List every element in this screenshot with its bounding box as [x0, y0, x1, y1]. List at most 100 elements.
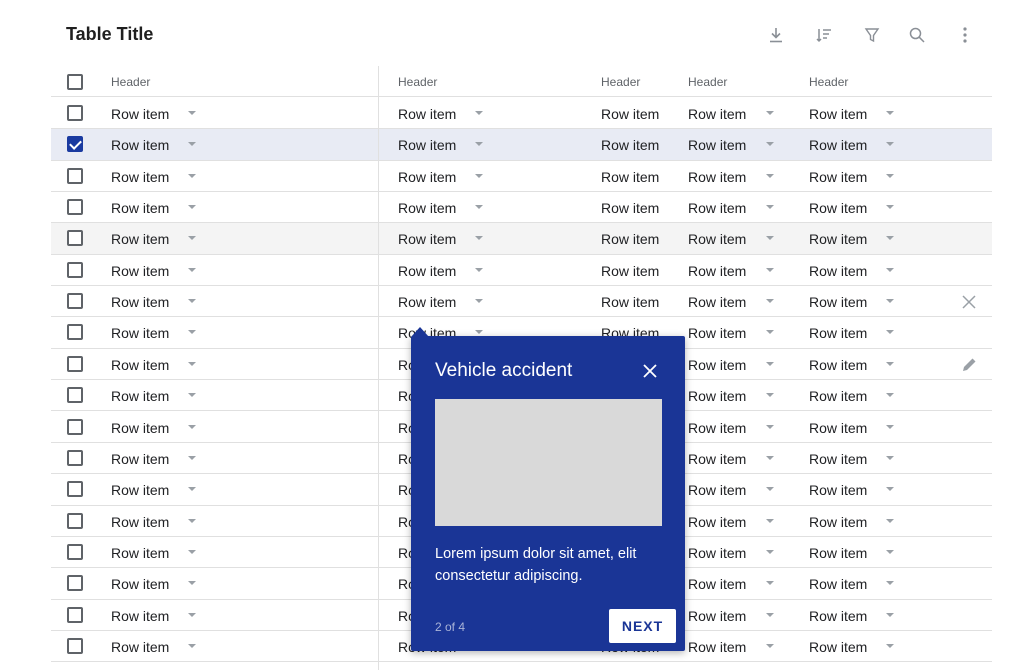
chevron-down-icon[interactable] [766, 612, 774, 617]
row-checkbox[interactable] [67, 512, 83, 529]
column-header[interactable]: Header [111, 75, 150, 89]
chevron-down-icon[interactable] [475, 330, 483, 335]
column-header[interactable]: Header [398, 75, 437, 89]
chevron-down-icon[interactable] [766, 643, 774, 648]
chevron-down-icon[interactable] [766, 455, 774, 460]
chevron-down-icon[interactable] [188, 205, 196, 210]
chevron-down-icon[interactable] [886, 267, 894, 272]
chevron-down-icon[interactable] [188, 267, 196, 272]
chevron-down-icon[interactable] [475, 236, 483, 241]
row-checkbox[interactable] [67, 136, 83, 153]
table-row[interactable]: Row item Row item Row item Row item Row item [51, 98, 992, 130]
chevron-down-icon[interactable] [886, 393, 894, 398]
chevron-down-icon[interactable] [886, 142, 894, 147]
chevron-down-icon[interactable] [766, 173, 774, 178]
chevron-down-icon[interactable] [188, 518, 196, 523]
chevron-down-icon[interactable] [188, 111, 196, 115]
row-checkbox[interactable] [67, 199, 83, 216]
table-row[interactable]: Row item Row item Row item Row item Row item [51, 286, 992, 318]
column-header[interactable]: Header [601, 75, 640, 89]
chevron-down-icon[interactable] [886, 518, 894, 523]
next-button[interactable]: NEXT [609, 609, 676, 643]
table-row[interactable]: Row item Row item Row item Row item Row item [51, 161, 992, 193]
chevron-down-icon[interactable] [886, 455, 894, 460]
chevron-down-icon[interactable] [188, 393, 196, 398]
chevron-down-icon[interactable] [766, 518, 774, 523]
table-row[interactable]: Row item Row item Row item Row item Row item [51, 223, 992, 255]
chevron-down-icon[interactable] [886, 236, 894, 241]
chevron-down-icon[interactable] [886, 299, 894, 304]
row-checkbox[interactable] [67, 387, 83, 404]
chevron-down-icon[interactable] [886, 612, 894, 617]
row-checkbox[interactable] [67, 606, 83, 623]
chevron-down-icon[interactable] [766, 111, 774, 115]
row-checkbox[interactable] [67, 418, 83, 435]
chevron-down-icon[interactable] [766, 581, 774, 586]
chevron-down-icon[interactable] [886, 173, 894, 178]
chevron-down-icon[interactable] [188, 549, 196, 554]
chevron-down-icon[interactable] [766, 424, 774, 429]
table-row[interactable]: Row item Row item Row item Row item Row item [51, 129, 992, 161]
chevron-down-icon[interactable] [766, 267, 774, 272]
more-vert-icon[interactable] [953, 24, 977, 46]
sort-icon[interactable] [812, 24, 836, 46]
row-checkbox[interactable] [67, 167, 83, 184]
chevron-down-icon[interactable] [475, 111, 483, 115]
chevron-down-icon[interactable] [188, 643, 196, 648]
chevron-down-icon[interactable] [766, 142, 774, 147]
filter-icon[interactable] [860, 24, 884, 46]
chevron-down-icon[interactable] [886, 581, 894, 586]
column-header[interactable]: Header [809, 75, 848, 89]
chevron-down-icon[interactable] [188, 424, 196, 429]
chevron-down-icon[interactable] [188, 142, 196, 147]
chevron-down-icon[interactable] [475, 173, 483, 178]
row-checkbox[interactable] [67, 324, 83, 341]
select-all-checkbox[interactable] [67, 74, 83, 90]
chevron-down-icon[interactable] [766, 393, 774, 398]
chevron-down-icon[interactable] [766, 487, 774, 492]
chevron-down-icon[interactable] [886, 487, 894, 492]
row-checkbox[interactable] [67, 355, 83, 372]
table-row[interactable]: Row item Row item Row item Row item Row item [51, 255, 992, 287]
close-icon[interactable] [960, 293, 978, 311]
chevron-down-icon[interactable] [188, 455, 196, 460]
chevron-down-icon[interactable] [886, 549, 894, 554]
search-icon[interactable] [905, 24, 929, 46]
edit-icon[interactable] [960, 356, 978, 374]
chevron-down-icon[interactable] [766, 205, 774, 210]
chevron-down-icon[interactable] [886, 330, 894, 335]
row-checkbox[interactable] [67, 481, 83, 498]
chevron-down-icon[interactable] [886, 643, 894, 648]
chevron-down-icon[interactable] [886, 205, 894, 210]
chevron-down-icon[interactable] [188, 330, 196, 335]
chevron-down-icon[interactable] [188, 581, 196, 586]
chevron-down-icon[interactable] [886, 111, 894, 115]
chevron-down-icon[interactable] [766, 330, 774, 335]
chevron-down-icon[interactable] [475, 267, 483, 272]
chevron-down-icon[interactable] [188, 487, 196, 492]
column-header[interactable]: Header [688, 75, 727, 89]
chevron-down-icon[interactable] [188, 236, 196, 241]
chevron-down-icon[interactable] [766, 361, 774, 366]
chevron-down-icon[interactable] [766, 299, 774, 304]
chevron-down-icon[interactable] [886, 424, 894, 429]
chevron-down-icon[interactable] [766, 236, 774, 241]
row-checkbox[interactable] [67, 449, 83, 466]
chevron-down-icon[interactable] [886, 361, 894, 366]
chevron-down-icon[interactable] [188, 173, 196, 178]
chevron-down-icon[interactable] [188, 299, 196, 304]
row-checkbox[interactable] [67, 230, 83, 247]
chevron-down-icon[interactable] [766, 549, 774, 554]
row-checkbox[interactable] [67, 105, 83, 121]
row-checkbox[interactable] [67, 543, 83, 560]
chevron-down-icon[interactable] [188, 361, 196, 366]
table-row[interactable]: Row item Row item Row item Row item Row item [51, 192, 992, 224]
close-icon[interactable] [641, 362, 659, 380]
chevron-down-icon[interactable] [188, 612, 196, 617]
chevron-down-icon[interactable] [475, 142, 483, 147]
chevron-down-icon[interactable] [475, 205, 483, 210]
download-icon[interactable] [764, 24, 788, 46]
chevron-down-icon[interactable] [475, 299, 483, 304]
row-checkbox[interactable] [67, 293, 83, 310]
row-checkbox[interactable] [67, 637, 83, 654]
